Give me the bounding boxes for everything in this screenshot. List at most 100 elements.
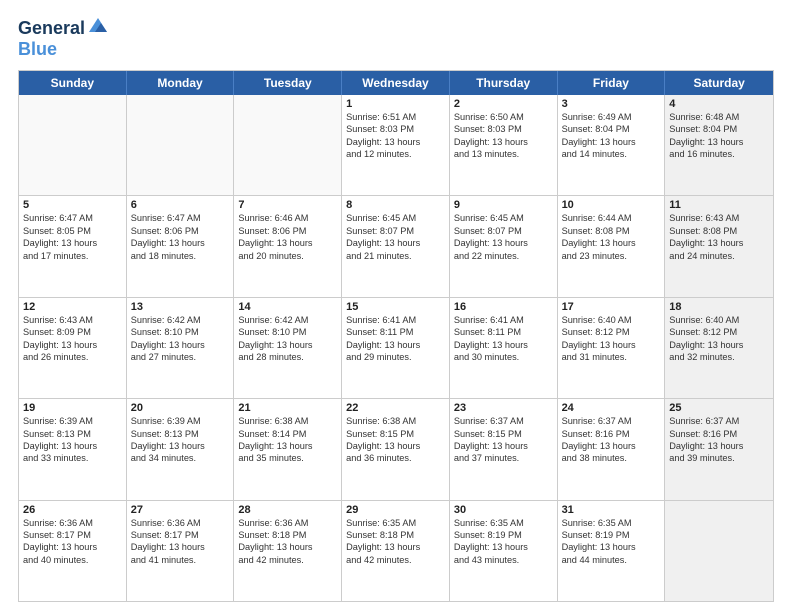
cell-line: Sunset: 8:13 PM [131,428,230,440]
day-number: 4 [669,98,769,110]
cal-cell-day-15: 15Sunrise: 6:41 AMSunset: 8:11 PMDayligh… [342,298,450,398]
cell-line: Sunset: 8:06 PM [238,225,337,237]
cell-line: and 18 minutes. [131,250,230,262]
cell-line: Sunset: 8:13 PM [23,428,122,440]
logo-text-line2: Blue [18,39,57,59]
cal-cell-day-4: 4Sunrise: 6:48 AMSunset: 8:04 PMDaylight… [665,95,773,195]
calendar-row-4: 26Sunrise: 6:36 AMSunset: 8:17 PMDayligh… [19,501,773,601]
cell-line: and 26 minutes. [23,351,122,363]
cell-line: Daylight: 13 hours [238,339,337,351]
cal-cell-day-18: 18Sunrise: 6:40 AMSunset: 8:12 PMDayligh… [665,298,773,398]
calendar-row-0: 1Sunrise: 6:51 AMSunset: 8:03 PMDaylight… [19,95,773,196]
cell-line: Daylight: 13 hours [238,237,337,249]
cell-line: and 37 minutes. [454,452,553,464]
cell-line: and 30 minutes. [454,351,553,363]
cal-cell-day-17: 17Sunrise: 6:40 AMSunset: 8:12 PMDayligh… [558,298,666,398]
calendar-row-1: 5Sunrise: 6:47 AMSunset: 8:05 PMDaylight… [19,196,773,297]
day-number: 10 [562,199,661,211]
cell-line: Sunrise: 6:36 AM [238,517,337,529]
cell-line: Daylight: 13 hours [454,541,553,553]
cell-line: Daylight: 13 hours [346,339,445,351]
cell-line: Daylight: 13 hours [669,440,769,452]
cell-line: Sunrise: 6:49 AM [562,111,661,123]
cell-line: Sunset: 8:10 PM [238,326,337,338]
calendar: SundayMondayTuesdayWednesdayThursdayFrid… [18,70,774,602]
day-number: 27 [131,504,230,516]
day-number: 29 [346,504,445,516]
cal-cell-day-1: 1Sunrise: 6:51 AMSunset: 8:03 PMDaylight… [342,95,450,195]
cell-line: Sunrise: 6:44 AM [562,212,661,224]
cell-line: Sunrise: 6:40 AM [669,314,769,326]
cal-cell-day-31: 31Sunrise: 6:35 AMSunset: 8:19 PMDayligh… [558,501,666,601]
cell-line: Sunset: 8:08 PM [669,225,769,237]
cell-line: and 33 minutes. [23,452,122,464]
day-number: 30 [454,504,553,516]
cell-line: and 12 minutes. [346,148,445,160]
cell-line: Sunset: 8:10 PM [131,326,230,338]
cell-line: and 31 minutes. [562,351,661,363]
cell-line: Sunrise: 6:43 AM [23,314,122,326]
cell-line: Sunset: 8:03 PM [346,123,445,135]
cell-line: Sunset: 8:18 PM [346,529,445,541]
cell-line: and 40 minutes. [23,554,122,566]
logo: General Blue [18,18,109,60]
cell-line: Sunrise: 6:42 AM [238,314,337,326]
cal-cell-day-20: 20Sunrise: 6:39 AMSunset: 8:13 PMDayligh… [127,399,235,499]
cell-line: and 20 minutes. [238,250,337,262]
cell-line: Daylight: 13 hours [23,440,122,452]
cell-line: Daylight: 13 hours [23,541,122,553]
cell-line: Sunrise: 6:37 AM [669,415,769,427]
day-number: 17 [562,301,661,313]
cal-cell-day-28: 28Sunrise: 6:36 AMSunset: 8:18 PMDayligh… [234,501,342,601]
cell-line: Sunrise: 6:43 AM [669,212,769,224]
cell-line: and 16 minutes. [669,148,769,160]
cell-line: Sunset: 8:14 PM [238,428,337,440]
cell-line: Sunset: 8:18 PM [238,529,337,541]
cell-line: and 38 minutes. [562,452,661,464]
cal-cell-empty [19,95,127,195]
cell-line: Daylight: 13 hours [562,136,661,148]
cell-line: Sunrise: 6:35 AM [454,517,553,529]
day-number: 13 [131,301,230,313]
cal-cell-empty [665,501,773,601]
cell-line: Sunset: 8:06 PM [131,225,230,237]
cell-line: and 23 minutes. [562,250,661,262]
cell-line: Sunrise: 6:41 AM [454,314,553,326]
cell-line: Sunset: 8:19 PM [454,529,553,541]
cell-line: Daylight: 13 hours [346,440,445,452]
day-number: 5 [23,199,122,211]
cell-line: Sunrise: 6:45 AM [454,212,553,224]
header-day-friday: Friday [558,71,666,95]
cell-line: and 32 minutes. [669,351,769,363]
cal-cell-day-21: 21Sunrise: 6:38 AMSunset: 8:14 PMDayligh… [234,399,342,499]
cell-line: Sunset: 8:15 PM [346,428,445,440]
cell-line: Sunset: 8:17 PM [131,529,230,541]
cal-cell-day-6: 6Sunrise: 6:47 AMSunset: 8:06 PMDaylight… [127,196,235,296]
calendar-header: SundayMondayTuesdayWednesdayThursdayFrid… [19,71,773,95]
cell-line: Daylight: 13 hours [238,541,337,553]
cell-line: Sunset: 8:15 PM [454,428,553,440]
day-number: 7 [238,199,337,211]
day-number: 12 [23,301,122,313]
day-number: 2 [454,98,553,110]
cell-line: Sunrise: 6:45 AM [346,212,445,224]
day-number: 18 [669,301,769,313]
cell-line: Sunset: 8:07 PM [346,225,445,237]
cell-line: and 43 minutes. [454,554,553,566]
header-day-thursday: Thursday [450,71,558,95]
cal-cell-day-2: 2Sunrise: 6:50 AMSunset: 8:03 PMDaylight… [450,95,558,195]
cell-line: Sunset: 8:04 PM [669,123,769,135]
cal-cell-day-23: 23Sunrise: 6:37 AMSunset: 8:15 PMDayligh… [450,399,558,499]
cell-line: Sunrise: 6:37 AM [562,415,661,427]
cell-line: Sunrise: 6:36 AM [23,517,122,529]
cell-line: Daylight: 13 hours [23,237,122,249]
cell-line: Sunrise: 6:37 AM [454,415,553,427]
cell-line: Daylight: 13 hours [669,339,769,351]
cal-cell-day-26: 26Sunrise: 6:36 AMSunset: 8:17 PMDayligh… [19,501,127,601]
cal-cell-empty [234,95,342,195]
cell-line: Sunrise: 6:48 AM [669,111,769,123]
cell-line: and 14 minutes. [562,148,661,160]
logo-icon [87,14,109,36]
day-number: 9 [454,199,553,211]
cell-line: Sunrise: 6:38 AM [238,415,337,427]
